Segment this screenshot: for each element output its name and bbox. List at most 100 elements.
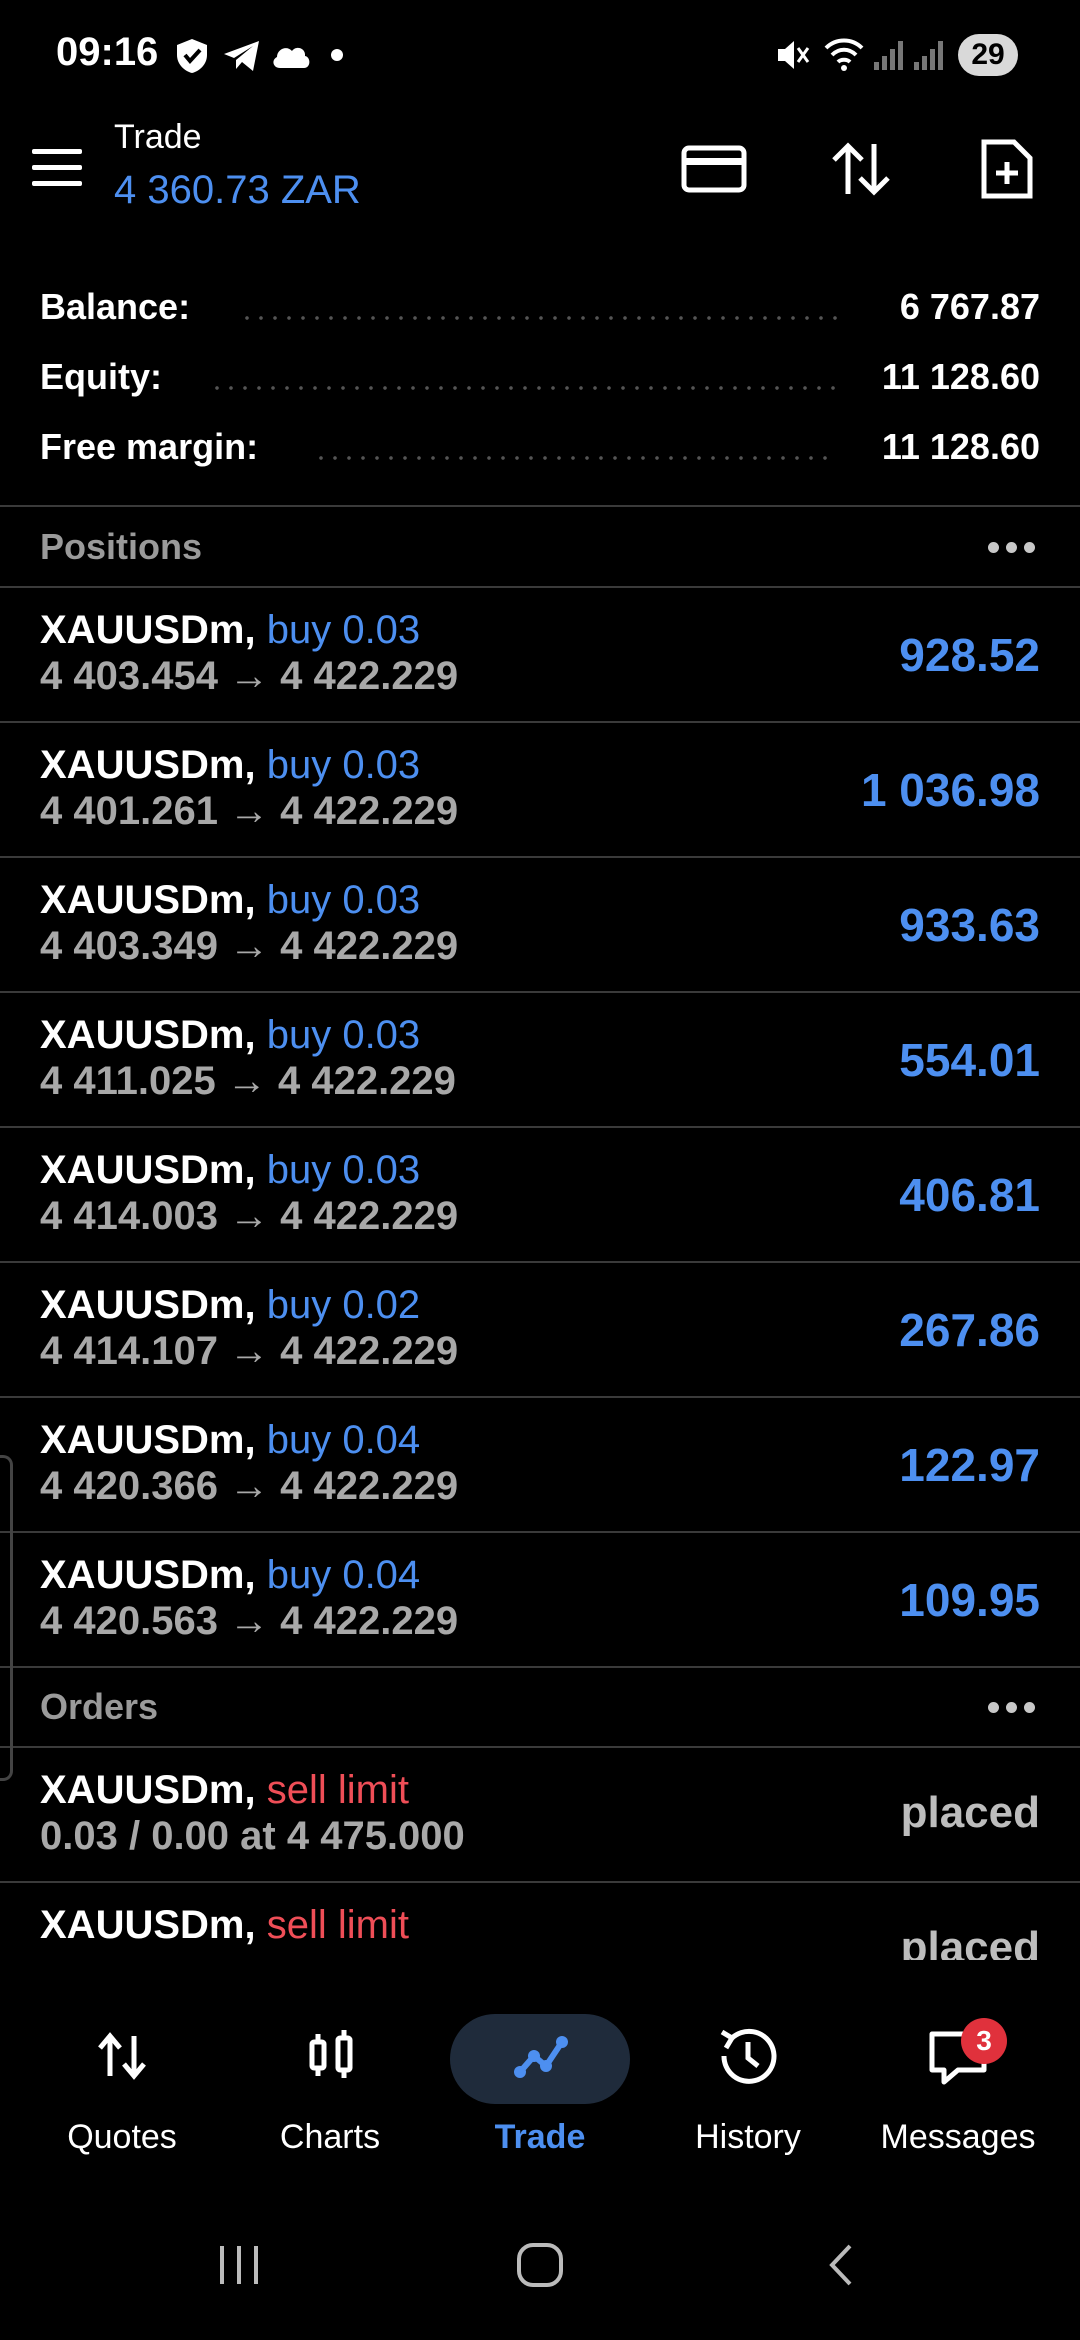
position-row[interactable]: XAUUSDm, buy 0.02 4 414.107 → 4 422.229 … [0,1263,1080,1396]
cloud-icon [273,47,310,68]
positions-more-button[interactable] [988,542,1036,554]
status-time: 09:16 [56,30,159,74]
home-icon[interactable] [514,2240,566,2290]
position-symbol: XAUUSDm, [40,1013,256,1057]
order-status: placed [900,1788,1040,1837]
position-prices: 4 403.454 → 4 422.229 [40,654,459,698]
nav-quotes[interactable]: Quotes [22,2010,222,2160]
sort-icon [832,142,890,196]
nav-messages[interactable]: Messages [858,2010,1058,2160]
status-bar: 09:16 29 [0,0,1080,110]
order-status: placed [900,1923,1040,1960]
position-side: buy 0.03 [266,1148,421,1192]
orders-header: Orders [0,1668,1080,1746]
order-side: sell limit [266,1768,409,1812]
position-row[interactable]: XAUUSDm, buy 0.03 4 403.454 → 4 422.229 … [0,588,1080,721]
signal-icon [874,41,903,70]
positions-title: Positions [40,526,203,567]
recent-apps-icon[interactable] [214,2242,264,2288]
free-margin-row: Free margin: 11 128.60 [0,418,1080,482]
free-margin-value: 11 128.60 [881,426,1040,467]
more-icon [988,1702,999,1713]
position-row[interactable]: XAUUSDm, buy 0.03 4 414.003 → 4 422.229 … [0,1128,1080,1261]
balance-value: 6 767.87 [899,286,1040,327]
position-symbol: XAUUSDm, [40,743,256,787]
new-order-button[interactable] [972,138,1042,200]
position-prices: 4 403.349 → 4 422.229 [40,924,459,968]
menu-icon [32,149,82,154]
quotes-icon [98,2032,146,2080]
telegram-icon [224,41,259,71]
more-icon [988,542,999,553]
history-icon [720,2028,777,2084]
orders-more-button[interactable] [988,1702,1036,1714]
nav-label: Quotes [67,2118,177,2156]
position-prices: 4 414.107 → 4 422.229 [40,1329,459,1373]
back-icon[interactable] [822,2242,862,2288]
nav-charts[interactable]: Charts [230,2010,430,2160]
divider [0,505,1080,507]
page-title: Trade [114,118,202,156]
position-side: buy 0.03 [266,608,421,652]
order-symbol: XAUUSDm, [40,1903,256,1947]
order-side: sell limit [266,1903,409,1947]
position-profit: 109.95 [899,1574,1040,1626]
dot-icon [331,49,343,61]
nav-history[interactable]: History [648,2010,848,2160]
position-prices: 4 401.261 → 4 422.229 [40,789,459,833]
position-symbol: XAUUSDm, [40,1553,256,1597]
vpn-shield-icon [177,39,207,73]
position-side: buy 0.03 [266,878,421,922]
position-side: buy 0.03 [266,1013,421,1057]
battery-indicator: 29 [958,34,1018,76]
orders-title: Orders [40,1686,159,1727]
edge-panel-handle[interactable] [0,1455,13,1781]
position-profit: 933.63 [899,899,1040,951]
position-prices: 4 414.003 → 4 422.229 [40,1194,459,1238]
position-profit: 267.86 [899,1304,1040,1356]
position-symbol: XAUUSDm, [40,878,256,922]
order-row[interactable]: XAUUSDm, sell limit placed [0,1883,1080,1960]
position-side: buy 0.04 [266,1553,421,1597]
mute-icon [778,41,810,69]
position-row[interactable]: XAUUSDm, buy 0.03 4 403.349 → 4 422.229 … [0,858,1080,991]
system-navigation-bar [0,2192,1080,2340]
position-profit: 1 036.98 [860,764,1040,816]
position-row[interactable]: XAUUSDm, buy 0.04 4 420.563 → 4 422.229 … [0,1533,1080,1666]
order-row[interactable]: XAUUSDm, sell limit 0.03 / 0.00 at 4 475… [0,1748,1080,1881]
signal-icon [914,41,943,70]
menu-button[interactable] [28,145,88,195]
wifi-icon [824,38,864,71]
position-prices: 4 420.366 → 4 422.229 [40,1464,459,1508]
free-margin-label: Free margin: [40,426,259,467]
position-side: buy 0.03 [266,743,421,787]
position-row[interactable]: XAUUSDm, buy 0.03 4 401.261 → 4 422.229 … [0,723,1080,856]
position-symbol: XAUUSDm, [40,608,256,652]
position-profit: 554.01 [899,1034,1040,1086]
charts-icon [309,2030,353,2078]
equity-value: 11 128.60 [881,356,1040,397]
position-profit: 928.52 [899,629,1040,681]
position-profit: 406.81 [899,1169,1040,1221]
nav-label: Trade [494,2118,586,2156]
equity-row: Equity: 11 128.60 [0,348,1080,412]
messages-badge: 3 [961,2018,1007,2064]
position-side: buy 0.04 [266,1418,421,1462]
position-symbol: XAUUSDm, [40,1418,256,1462]
position-prices: 4 411.025 → 4 422.229 [40,1059,456,1103]
balance-row: Balance: 6 767.87 [0,278,1080,342]
position-row[interactable]: XAUUSDm, buy 0.04 4 420.366 → 4 422.229 … [0,1398,1080,1531]
nav-trade[interactable]: Trade [440,2010,640,2160]
order-details: 0.03 / 0.00 at 4 475.000 [40,1814,465,1858]
balance-label: Balance: [40,286,191,327]
card-button[interactable] [680,138,750,200]
position-row[interactable]: XAUUSDm, buy 0.03 4 411.025 → 4 422.229 … [0,993,1080,1126]
position-symbol: XAUUSDm, [40,1283,256,1327]
sort-button[interactable] [826,138,896,200]
position-side: buy 0.02 [266,1283,421,1327]
position-profit: 122.97 [899,1439,1040,1491]
trade-icon [514,2036,568,2078]
positions-header: Positions [0,508,1080,586]
position-prices: 4 420.563 → 4 422.229 [40,1599,459,1643]
order-symbol: XAUUSDm, [40,1768,256,1812]
